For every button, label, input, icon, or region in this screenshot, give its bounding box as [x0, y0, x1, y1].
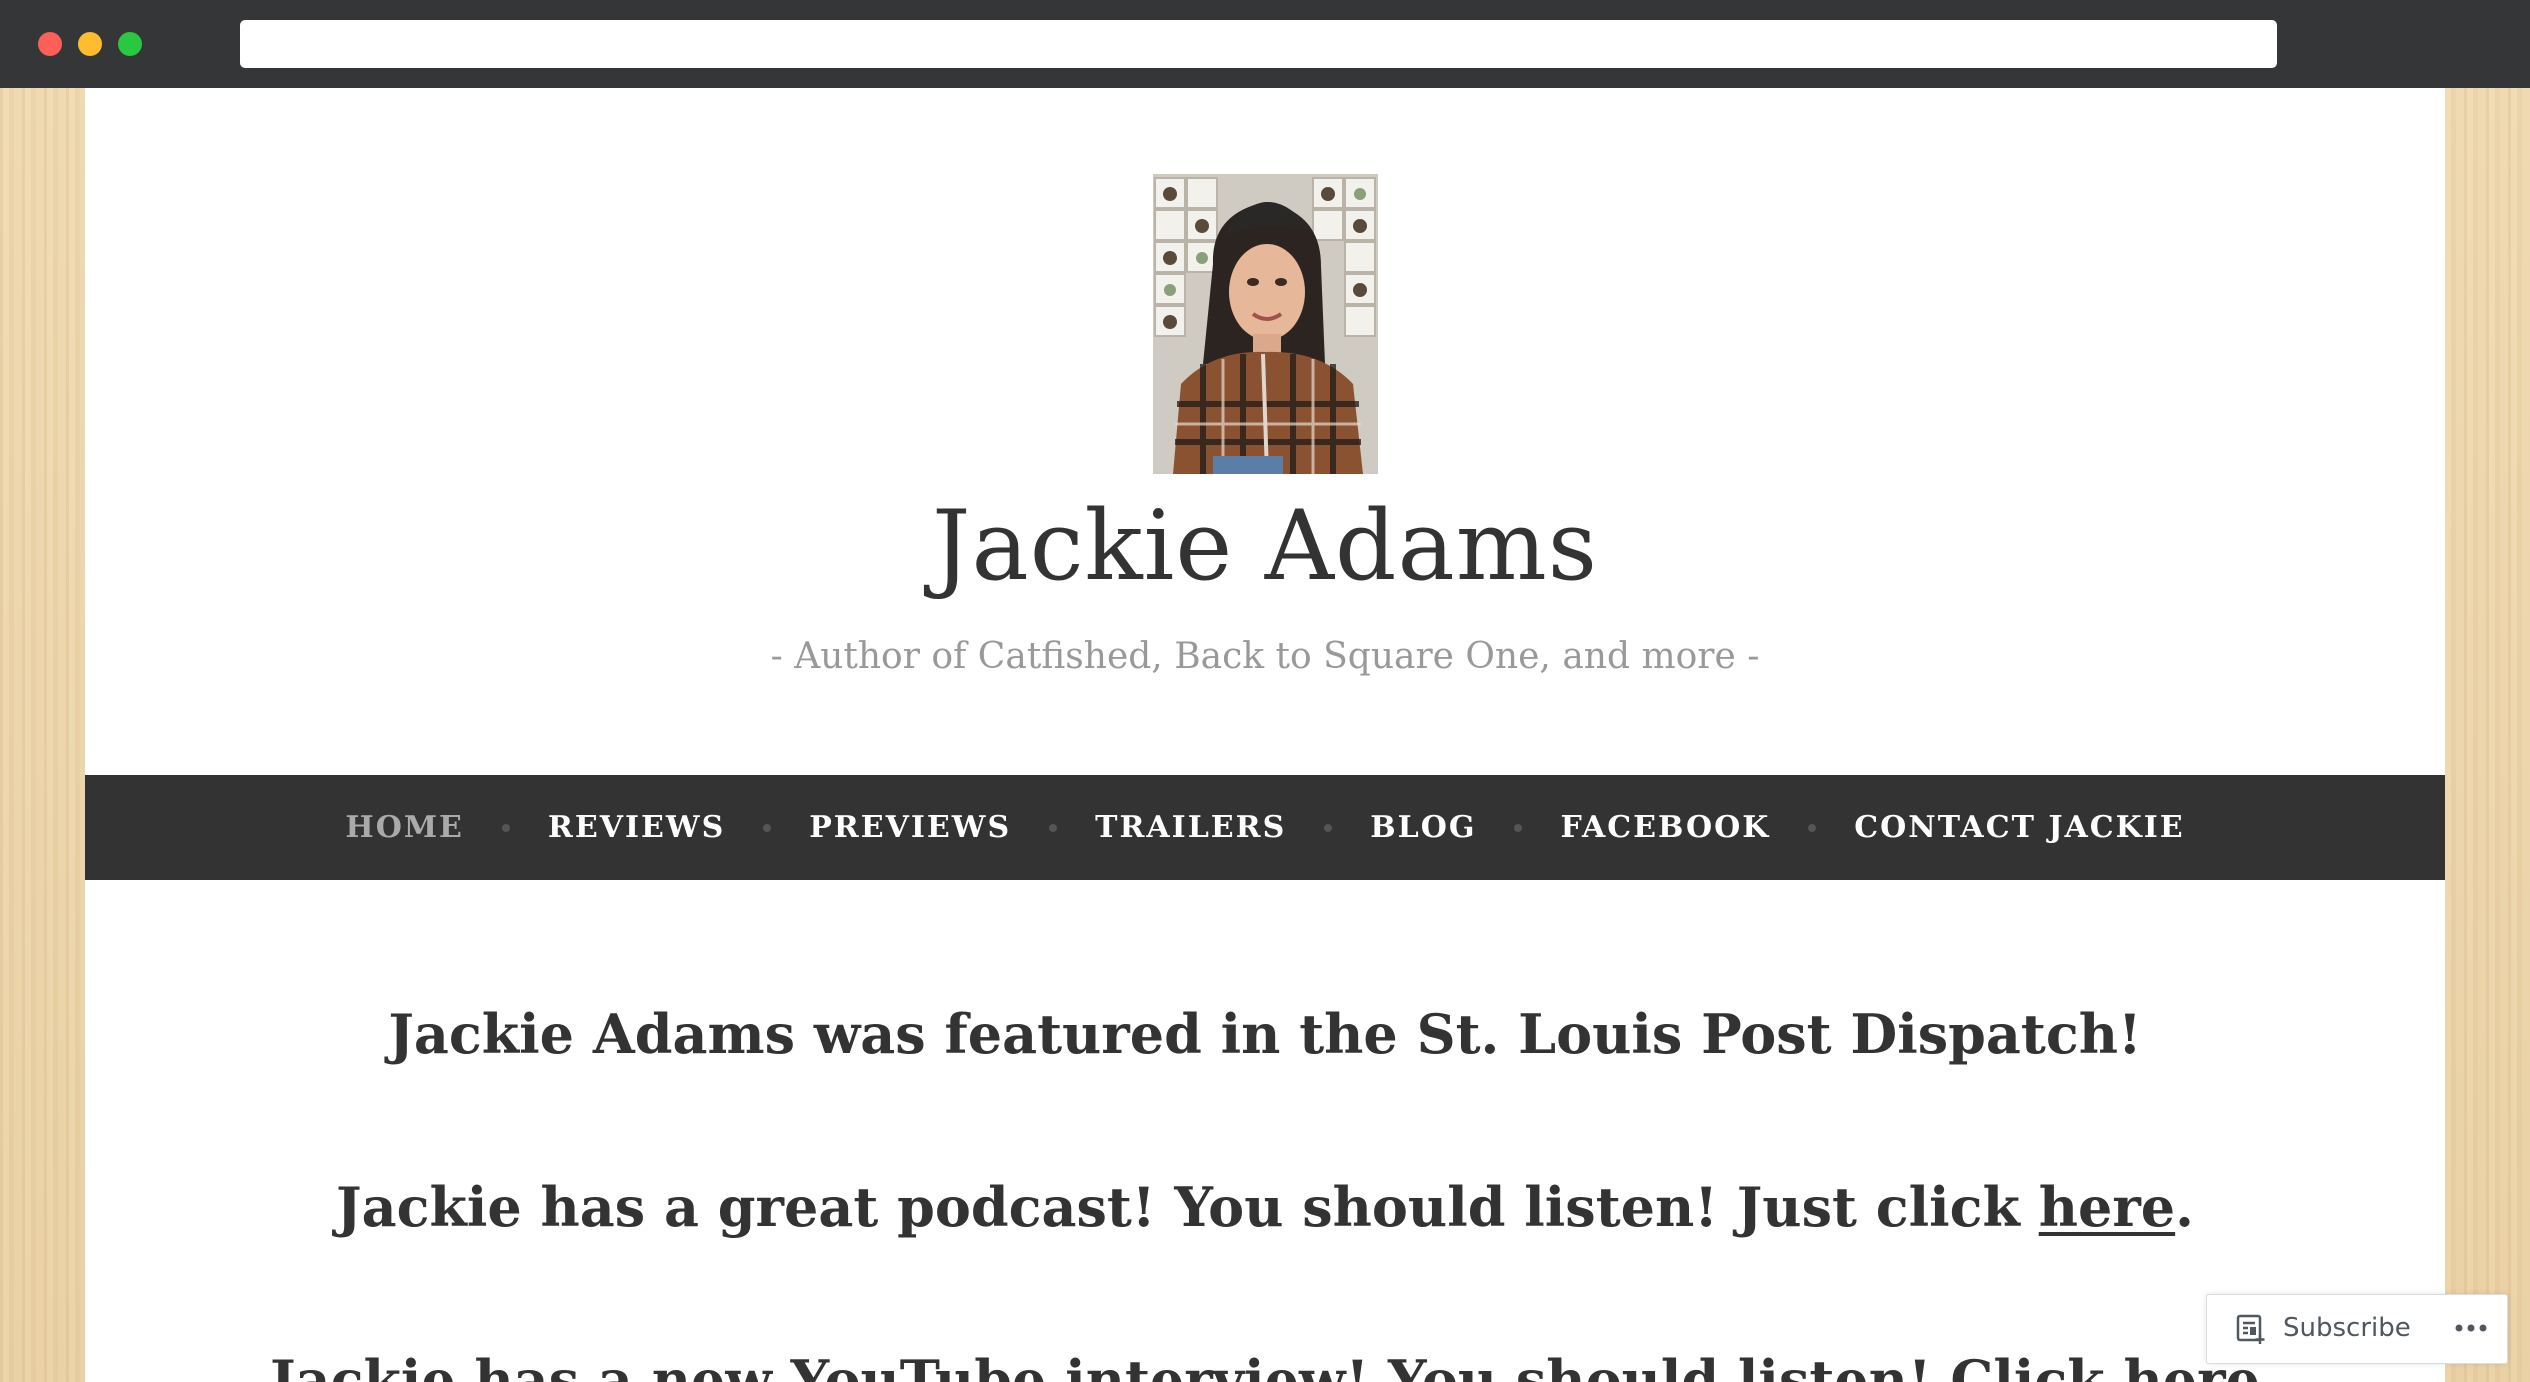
- podcast-announcement: Jackie has a great podcast! You should l…: [85, 1175, 2445, 1239]
- nav-item-contact-jackie[interactable]: CONTACT JACKIE: [1854, 810, 2184, 845]
- youtube-announcement: Jackie has a new YouTube interview! You …: [85, 1348, 2445, 1382]
- ellipsis-icon[interactable]: [2451, 1311, 2491, 1345]
- nav-separator: [1808, 823, 1817, 832]
- close-window-button[interactable]: [38, 32, 62, 56]
- nav-separator: [1049, 823, 1058, 832]
- nav-item-reviews[interactable]: REVIEWS: [548, 810, 725, 845]
- nav-item-facebook[interactable]: FACEBOOK: [1560, 810, 1770, 845]
- reader-subscribe-icon[interactable]: [2235, 1313, 2267, 1345]
- minimize-window-button[interactable]: [78, 32, 102, 56]
- main-navigation: HOME REVIEWS PREVIEWS TRAILERS BLOG FACE…: [85, 775, 2445, 880]
- author-photo[interactable]: [1153, 174, 1378, 474]
- nav-item-blog[interactable]: BLOG: [1370, 810, 1476, 845]
- browser-chrome: [0, 0, 2530, 88]
- featured-announcement: Jackie Adams was featured in the St. Lou…: [388, 1002, 2142, 1066]
- site-title[interactable]: Jackie Adams: [85, 490, 2445, 602]
- nav-separator: [763, 823, 772, 832]
- nav-separator: [501, 823, 510, 832]
- nav-item-trailers[interactable]: TRAILERS: [1095, 810, 1286, 845]
- page-content: Jackie Adams - Author of Catfished, Back…: [85, 88, 2445, 1382]
- address-bar[interactable]: [240, 20, 2277, 68]
- podcast-link[interactable]: here: [2039, 1175, 2175, 1239]
- nav-separator: [1514, 823, 1523, 832]
- subscribe-widget: Subscribe: [2206, 1294, 2508, 1364]
- nav-separator: [1324, 823, 1333, 832]
- youtube-text: Jackie has a new YouTube interview! You …: [270, 1348, 2124, 1382]
- subscribe-button[interactable]: Subscribe: [2283, 1313, 2411, 1343]
- podcast-period: .: [2175, 1175, 2194, 1239]
- site-tagline: - Author of Catfished, Back to Square On…: [770, 636, 1760, 677]
- podcast-text: Jackie has a great podcast! You should l…: [336, 1175, 2039, 1239]
- nav-item-previews[interactable]: PREVIEWS: [809, 810, 1011, 845]
- maximize-window-button[interactable]: [118, 32, 142, 56]
- nav-item-home[interactable]: HOME: [345, 810, 464, 845]
